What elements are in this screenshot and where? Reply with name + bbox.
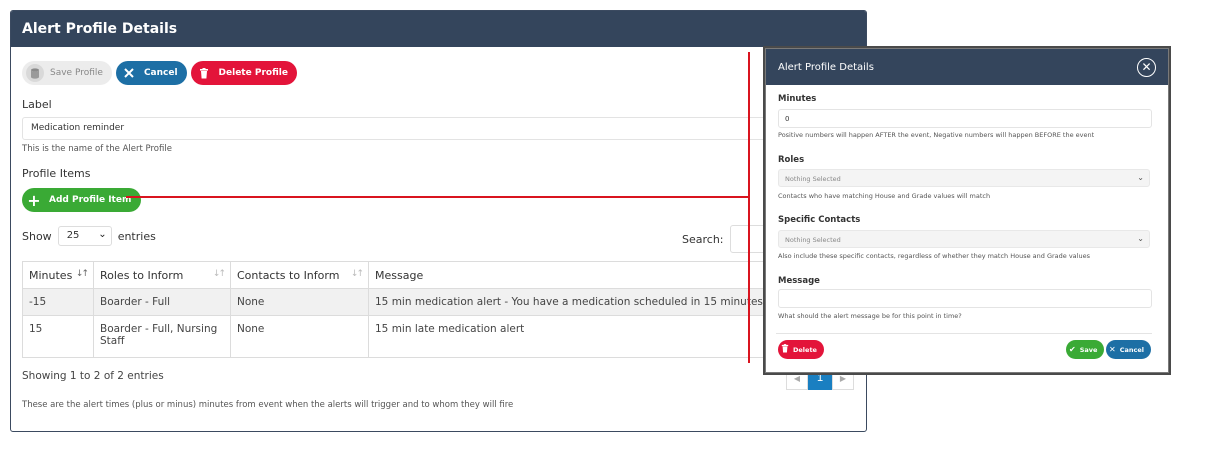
entries-select[interactable]: 25 ⌄	[57, 226, 112, 246]
cell-contacts: None	[230, 315, 369, 358]
search-label: Search:	[682, 232, 724, 246]
modal-save-label: Save	[1079, 345, 1098, 354]
table-info: Showing 1 to 2 of 2 entries	[22, 370, 164, 382]
cell-minutes: -15	[22, 288, 94, 316]
modal-header: Alert Profile Details ✕	[766, 49, 1168, 85]
header-label: Contacts to Inform	[237, 268, 340, 282]
cell-roles: Boarder - Full	[93, 288, 231, 316]
entries-value: 25	[66, 230, 80, 241]
toolbar: Save Profile Cancel Delete Profile	[22, 61, 297, 85]
profile-items-heading: Profile Items	[22, 167, 91, 180]
roles-hint: Contacts who have matching House and Gra…	[778, 192, 991, 200]
profile-item-modal: Alert Profile Details ✕ Minutes 0 Positi…	[765, 48, 1169, 373]
table-row[interactable]: 15 Boarder - Full, Nursing Staff None 15…	[22, 315, 770, 358]
column-header-message[interactable]: Message	[368, 261, 770, 289]
add-profile-item-label: Add Profile Item	[49, 195, 132, 205]
cell-minutes: 15	[22, 315, 94, 358]
plus-icon: +	[27, 190, 41, 210]
close-icon[interactable]: ✕	[1137, 57, 1156, 77]
column-header-minutes[interactable]: Minutes ↓↑	[22, 261, 94, 289]
cancel-label: Cancel	[143, 68, 178, 78]
modal-delete-label: Delete	[793, 345, 817, 354]
database-icon	[26, 64, 44, 82]
roles-select[interactable]: Nothing Selected ⌄	[778, 169, 1150, 187]
modal-title: Alert Profile Details	[778, 61, 874, 73]
chevron-down-icon: ⌄	[1137, 173, 1144, 182]
message-label: Message	[778, 276, 820, 286]
label-hint: This is the name of the Alert Profile	[22, 144, 172, 154]
cell-message: 15 min medication alert - You have a med…	[368, 288, 770, 316]
label-field-label: Label	[22, 98, 52, 111]
message-input[interactable]	[778, 289, 1152, 308]
delete-profile-label: Delete Profile	[218, 68, 288, 78]
minutes-input[interactable]: 0	[778, 109, 1152, 128]
contacts-select-value: Nothing Selected	[785, 236, 841, 244]
alert-times-note: These are the alert times (plus or minus…	[22, 400, 514, 410]
save-profile-label: Save Profile	[50, 68, 103, 78]
add-profile-item-button[interactable]: + Add Profile Item	[22, 188, 142, 212]
trash-icon	[195, 64, 213, 82]
trash-icon	[781, 344, 789, 355]
minutes-hint: Positive numbers will happen AFTER the e…	[778, 131, 1095, 139]
modal-divider	[776, 333, 1152, 334]
header-label: Minutes	[29, 268, 73, 282]
cell-roles: Boarder - Full, Nursing Staff	[93, 315, 231, 358]
sort-icon: ↓↑	[212, 269, 226, 279]
header-label: Roles to Inform	[100, 268, 184, 282]
x-icon: ✕	[1109, 345, 1116, 354]
panel-title: Alert Profile Details	[11, 11, 866, 47]
modal-cancel-label: Cancel	[1119, 345, 1144, 354]
entries-length-control: Show 25 ⌄ entries	[22, 226, 156, 246]
chevron-down-icon: ⌄	[1137, 234, 1144, 243]
modal-save-button[interactable]: ✔ Save	[1066, 340, 1105, 359]
minutes-label: Minutes	[778, 94, 817, 104]
table-header-row: Minutes ↓↑ Roles to Inform ↓↑ Contacts t…	[22, 261, 770, 289]
label-input[interactable]: Medication reminder	[22, 117, 782, 140]
cell-message: 15 min late medication alert	[368, 315, 770, 358]
profile-items-table: Minutes ↓↑ Roles to Inform ↓↑ Contacts t…	[22, 261, 770, 358]
entries-suffix: entries	[117, 229, 156, 243]
contacts-select[interactable]: Nothing Selected ⌄	[778, 230, 1150, 248]
contacts-label: Specific Contacts	[778, 215, 861, 225]
check-icon: ✔	[1069, 345, 1076, 354]
delete-profile-button[interactable]: Delete Profile	[190, 61, 297, 85]
modal-cancel-button[interactable]: ✕ Cancel	[1106, 340, 1151, 359]
roles-select-value: Nothing Selected	[785, 175, 841, 183]
alert-profile-panel: Alert Profile Details Save Profile Cance…	[10, 10, 867, 432]
cell-contacts: None	[230, 288, 369, 316]
modal-delete-button[interactable]: Delete	[778, 340, 824, 359]
x-icon	[120, 64, 138, 82]
cancel-button[interactable]: Cancel	[115, 61, 187, 85]
column-header-roles[interactable]: Roles to Inform ↓↑	[93, 261, 231, 289]
chevron-down-icon: ⌄	[98, 229, 107, 240]
save-profile-button[interactable]: Save Profile	[22, 61, 112, 85]
header-label: Message	[375, 268, 424, 282]
table-row[interactable]: -15 Boarder - Full None 15 min medicatio…	[22, 288, 770, 316]
show-label: Show	[22, 229, 52, 243]
message-hint: What should the alert message be for thi…	[778, 312, 962, 320]
roles-label: Roles	[778, 155, 805, 165]
sort-asc-icon: ↓↑	[75, 269, 89, 279]
contacts-hint: Also include these specific contacts, re…	[778, 252, 1090, 260]
column-header-contacts[interactable]: Contacts to Inform ↓↑	[230, 261, 369, 289]
connector-line-horizontal	[126, 196, 749, 198]
sort-icon: ↓↑	[350, 269, 364, 279]
connector-line-vertical	[748, 52, 750, 363]
